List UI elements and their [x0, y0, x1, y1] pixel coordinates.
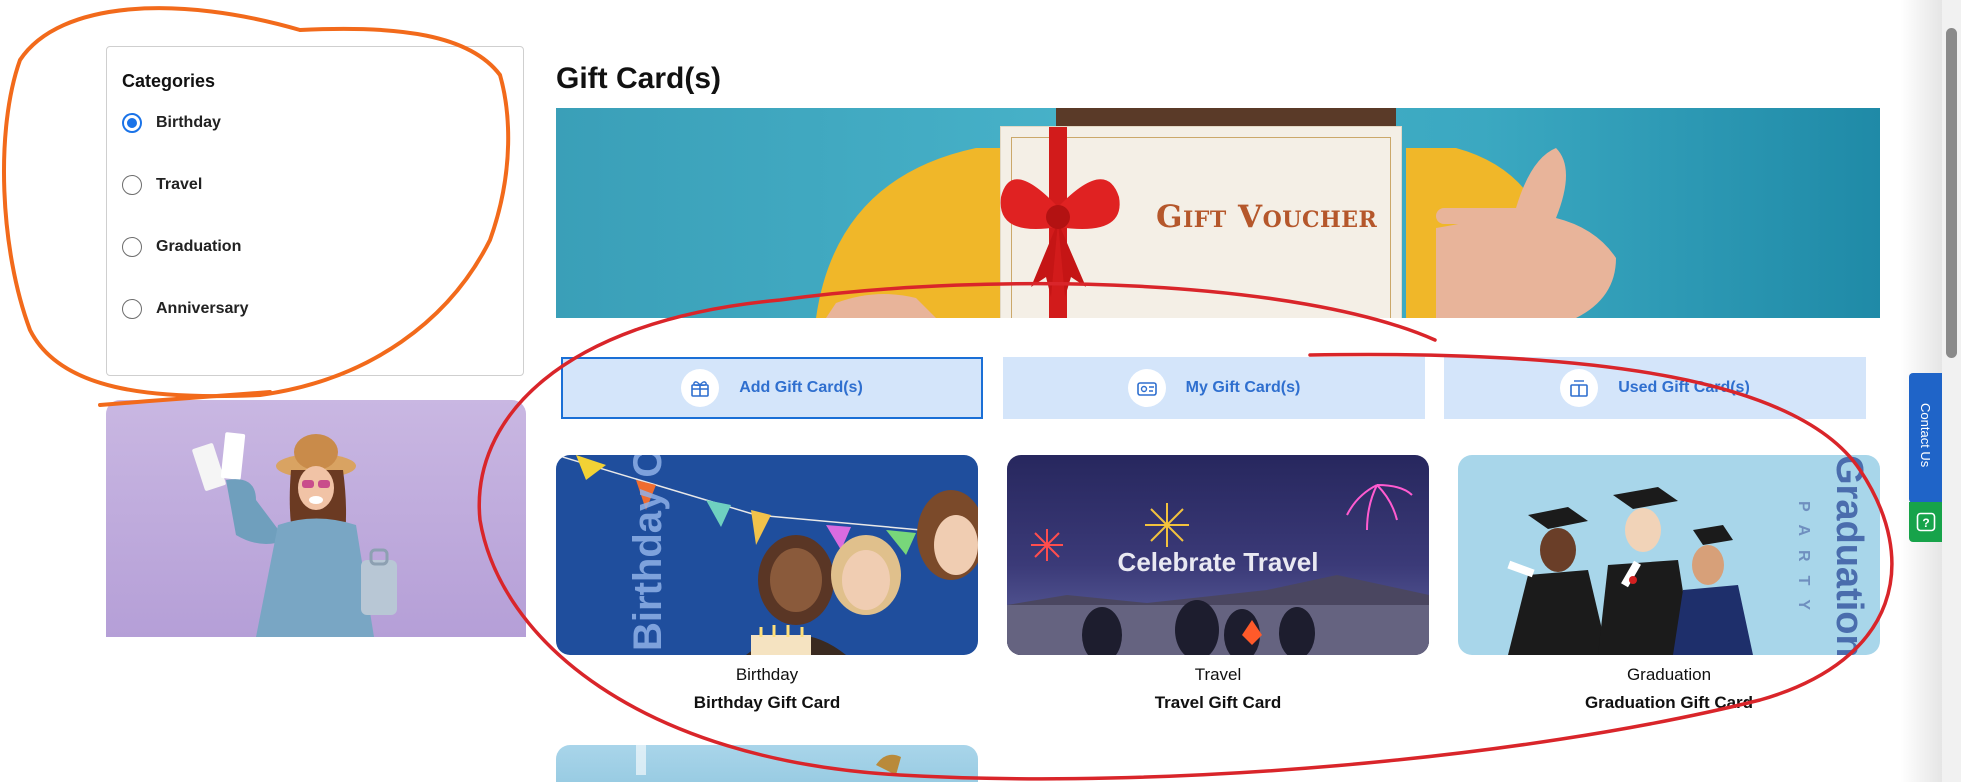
radio-unchecked-icon[interactable] [122, 175, 142, 195]
page-title: Gift Card(s) [556, 62, 721, 95]
category-label: Graduation [156, 238, 242, 255]
gift-card-add-icon [681, 369, 720, 407]
category-label: Travel [156, 176, 203, 193]
travel-promo-image [106, 400, 526, 637]
category-radio-travel[interactable]: Travel [122, 175, 202, 195]
gift-card-wallet-icon [1127, 369, 1166, 407]
graduation-card-image[interactable]: Graduation. PARTY [1458, 455, 1880, 655]
contact-us-tab[interactable]: Contact Us [1909, 373, 1943, 503]
question-icon: ? [1916, 512, 1936, 532]
help-button[interactable]: ? [1909, 502, 1943, 542]
voucher-label: Gift Voucher [1156, 199, 1378, 235]
gift-card-used-icon [1560, 369, 1599, 407]
tab-label: My Gift Card(s) [1185, 379, 1301, 396]
red-ribbon-bow-icon [1000, 127, 1120, 318]
radio-unchecked-icon[interactable] [122, 299, 142, 319]
page: Categories Birthday Travel Graduation An… [0, 0, 1961, 782]
card-name[interactable]: Travel Gift Card [1007, 693, 1429, 713]
category-radio-anniversary[interactable]: Anniversary [122, 299, 249, 319]
scrollbar-thumb[interactable] [1946, 28, 1957, 358]
anniversary-card-partial-illustration [636, 745, 901, 775]
birthday-image-text: Birthday Celebration [626, 455, 671, 651]
birthday-party-illustration [556, 455, 978, 655]
category-label: Birthday [156, 114, 221, 131]
radio-unchecked-icon[interactable] [122, 237, 142, 257]
gift-card-anniversary-partial[interactable] [556, 745, 978, 782]
contact-us-label: Contact Us [1918, 403, 1933, 468]
category-radio-birthday[interactable]: Birthday [122, 113, 221, 133]
graduates-illustration [1507, 487, 1753, 655]
travel-image-text: Celebrate Travel [1117, 547, 1319, 577]
gift-card-travel[interactable]: Celebrate Travel Travel Travel Gift Card [1007, 455, 1429, 713]
card-name[interactable]: Graduation Gift Card [1458, 693, 1880, 713]
travel-card-image[interactable]: Celebrate Travel [1007, 455, 1429, 655]
woman-with-tickets-illustration [192, 432, 397, 637]
categories-title: Categories [122, 71, 216, 91]
birthday-card-image[interactable]: Birthday Celebration [556, 455, 978, 655]
categories-panel: Categories Birthday Travel Graduation An… [106, 46, 524, 376]
graduation-image-text: Graduation. [1828, 455, 1870, 655]
card-name[interactable]: Birthday Gift Card [556, 693, 978, 713]
tab-label: Add Gift Card(s) [739, 379, 863, 396]
gift-card-graduation[interactable]: Graduation. PARTY Graduation Graduation … [1458, 455, 1880, 713]
gift-voucher-card: Gift Voucher [1000, 126, 1402, 318]
card-category: Graduation [1626, 665, 1712, 684]
gift-voucher-banner: Gift Voucher [556, 108, 1880, 318]
radio-checked-icon[interactable] [122, 113, 142, 133]
tab-add-gift-cards[interactable]: Add Gift Card(s) [561, 357, 983, 419]
graduation-image-subtext: PARTY [1795, 501, 1812, 625]
card-category: Birthday [735, 665, 799, 684]
category-radio-graduation[interactable]: Graduation [122, 237, 241, 257]
tab-used-gift-cards[interactable]: Used Gift Card(s) [1444, 357, 1866, 419]
category-label: Anniversary [156, 300, 249, 317]
svg-text:?: ? [1922, 516, 1929, 530]
tab-my-gift-cards[interactable]: My Gift Card(s) [1003, 357, 1425, 419]
card-category: Travel [1194, 665, 1242, 684]
tab-label: Used Gift Card(s) [1618, 379, 1750, 396]
gift-card-birthday[interactable]: Birthday Celebration Birthday Birthday G… [556, 455, 978, 713]
